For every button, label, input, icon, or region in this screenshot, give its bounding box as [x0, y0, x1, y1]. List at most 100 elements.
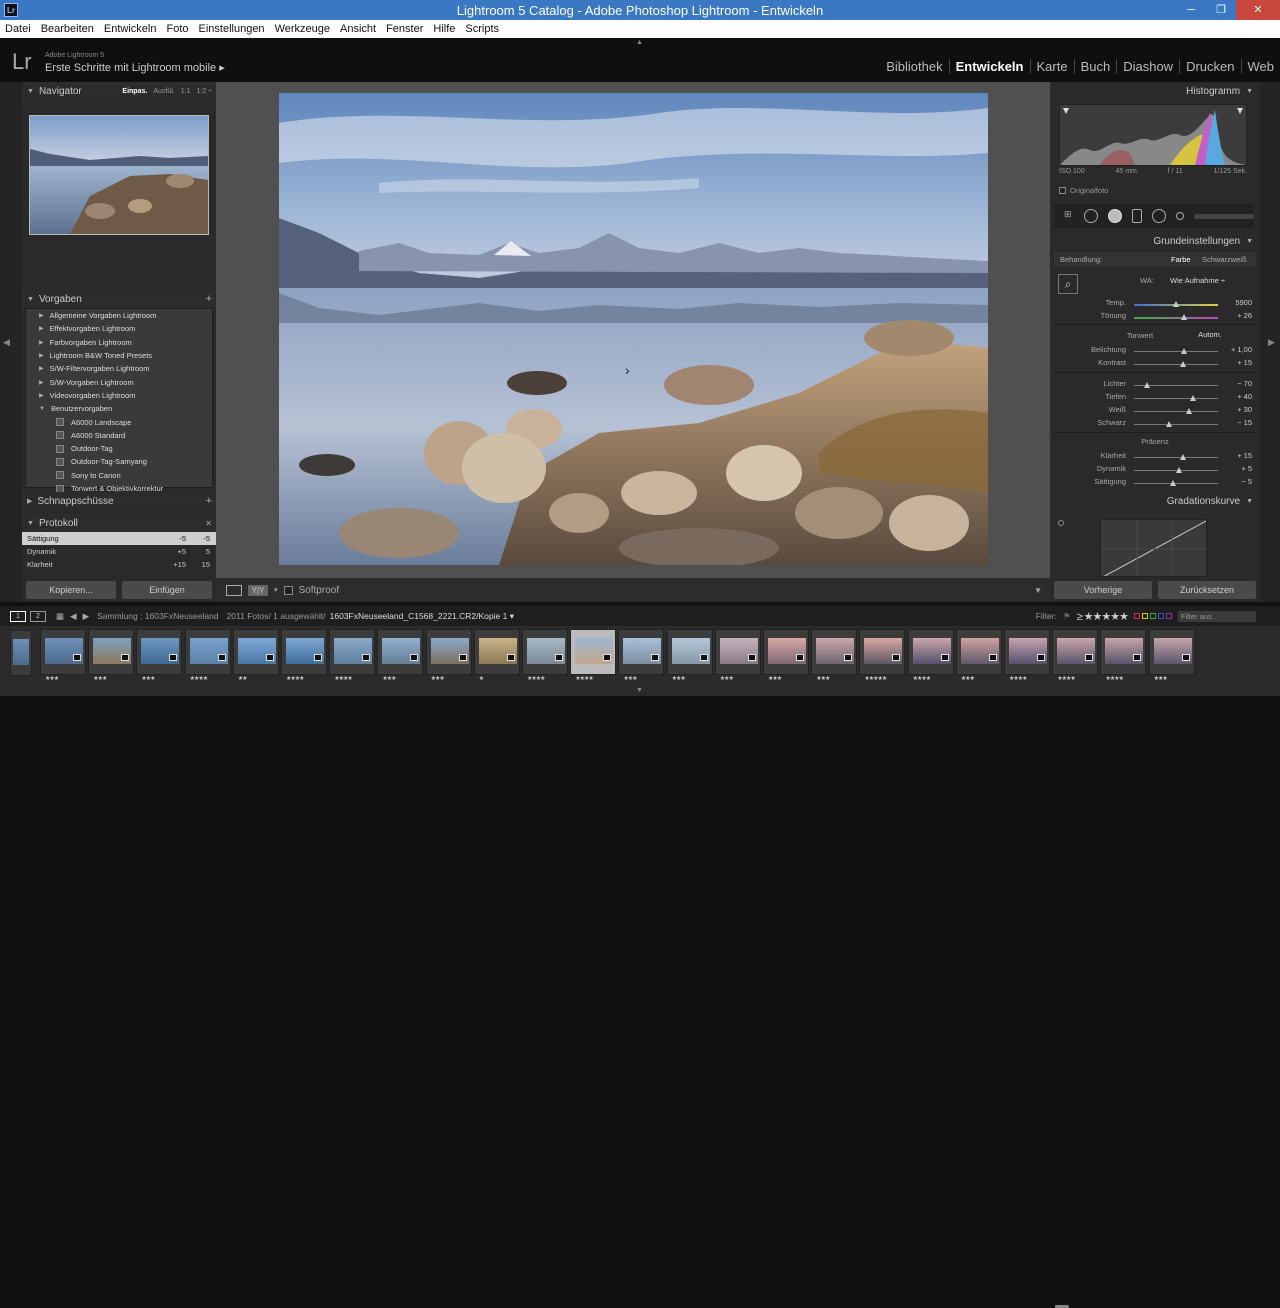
filmstrip-thumbnail[interactable]: ★★	[233, 629, 279, 675]
eyedropper-icon[interactable]: ⌕	[1058, 274, 1078, 294]
slider-track[interactable]	[1134, 483, 1218, 484]
slider-knob[interactable]	[1166, 421, 1172, 427]
zoom-option[interactable]: 1:2 ÷	[196, 88, 212, 95]
filmstrip-thumbnail[interactable]: ★★★★	[1052, 629, 1098, 675]
menu-datei[interactable]: Datei	[0, 23, 36, 35]
preset-item[interactable]: Outdoor-Tag	[26, 442, 212, 455]
menu-hilfe[interactable]: Hilfe	[428, 23, 460, 35]
slider-track[interactable]	[1134, 457, 1218, 458]
clear-history-icon[interactable]: ✕	[205, 519, 212, 528]
filmstrip-partial-thumb[interactable]	[10, 630, 32, 676]
filmstrip-thumbnail[interactable]: ★★★	[377, 629, 423, 675]
preset-folder[interactable]: ▶S/W-Vorgaben Lightroom	[26, 375, 212, 388]
brush-slider[interactable]	[1194, 214, 1254, 219]
filmstrip-thumbnail[interactable]: ★★★	[763, 629, 809, 675]
menu-foto[interactable]: Foto	[161, 23, 193, 35]
slider-value[interactable]: − 70	[1237, 379, 1252, 388]
preset-item[interactable]: A6000 Standard	[26, 429, 212, 442]
slider-knob[interactable]	[1190, 395, 1196, 401]
slider-knob[interactable]	[1180, 454, 1186, 460]
adjustment-brush-icon[interactable]	[1176, 212, 1184, 220]
slider-track[interactable]	[1134, 364, 1218, 365]
filmstrip-thumbnail[interactable]: ★★★	[136, 629, 182, 675]
slider-blacks[interactable]: Schwarz− 15	[1054, 418, 1256, 430]
preset-folder[interactable]: ▶Farbvorgaben Lightroom	[26, 336, 212, 349]
photo-preview[interactable]: ›	[279, 93, 988, 565]
right-panel-toggle[interactable]: ▶	[1260, 82, 1280, 602]
zoom-option[interactable]: Ausfül.	[153, 88, 174, 95]
slider-knob[interactable]	[1186, 408, 1192, 414]
slider-exposure[interactable]: Belichtung+ 1,00	[1054, 345, 1256, 357]
back-arrow-icon[interactable]: ◀	[70, 611, 77, 622]
slider-knob[interactable]	[1181, 314, 1187, 320]
slider-highlights[interactable]: Lichter− 70	[1054, 379, 1256, 391]
filename[interactable]: 1603FxNeuseeland_C1568_2221.CR2/Kopie 1 …	[330, 611, 514, 622]
slider-clarity[interactable]: Klarheit+ 15	[1054, 451, 1256, 463]
grid-view-icon[interactable]: ▦	[56, 611, 64, 622]
preset-folder[interactable]: ▼Benutzervorgaben	[26, 402, 212, 415]
slider-value[interactable]: 5900	[1235, 298, 1252, 307]
close-button[interactable]: ✕	[1236, 0, 1280, 20]
menu-bearbeiten[interactable]: Bearbeiten	[36, 23, 99, 35]
slider-track[interactable]	[1134, 411, 1218, 412]
dropdown-arrow-icon[interactable]: ▾	[274, 586, 278, 594]
filmstrip-thumbnail[interactable]: ★★★★	[1004, 629, 1050, 675]
copy-button[interactable]: Kopieren...	[26, 581, 116, 599]
flag-icon[interactable]: ⚑	[1063, 611, 1071, 622]
filmstrip-thumbnail[interactable]: ★★★★	[329, 629, 375, 675]
slider-tint[interactable]: Tönung+ 26	[1054, 311, 1256, 323]
histogram[interactable]	[1059, 104, 1247, 166]
blue-label-icon[interactable]	[1158, 613, 1164, 619]
identity-status[interactable]: Erste Schritte mit Lightroom mobile ▸	[45, 61, 225, 74]
left-panel-toggle[interactable]: ◀	[0, 82, 22, 602]
basic-header[interactable]: Grundeinstellungen▼	[1050, 232, 1260, 250]
preset-item[interactable]: Sony to Canon	[26, 469, 212, 482]
reset-button[interactable]: Zurücksetzen	[1158, 581, 1256, 599]
auto-tone-button[interactable]: Autom.	[1190, 330, 1230, 339]
slider-knob[interactable]	[1176, 467, 1182, 473]
filter-preset-dropdown[interactable]: Filter aus	[1178, 611, 1256, 622]
zoom-option[interactable]: 1:1	[181, 88, 191, 95]
navigator-preview[interactable]	[29, 115, 209, 235]
treatment-bw-option[interactable]: Schwarzweiß	[1202, 255, 1247, 264]
filmstrip-thumbnail[interactable]: ★★★	[88, 629, 134, 675]
crop-grid-icon[interactable]: ⊞	[1064, 209, 1074, 223]
menu-entwickeln[interactable]: Entwickeln	[99, 23, 162, 35]
filmstrip-thumbnail[interactable]: ★★★	[426, 629, 472, 675]
menu-fenster[interactable]: Fenster	[381, 23, 428, 35]
purple-label-icon[interactable]	[1166, 613, 1172, 619]
filmstrip-thumbnail[interactable]: ★★★	[956, 629, 1002, 675]
filmstrip-thumbnail[interactable]: ★★★★	[570, 629, 616, 675]
filmstrip-thumbnail[interactable]: ★★★	[667, 629, 713, 675]
preset-item[interactable]: A6000 Landscape	[26, 415, 212, 428]
preset-folder[interactable]: ▶S/W-Filtervorgaben Lightroom	[26, 362, 212, 375]
presets-header[interactable]: ▼ Vorgaben +	[22, 290, 216, 308]
tone-curve-graph[interactable]	[1100, 519, 1207, 577]
snapshots-header[interactable]: ▶ Schnappschüsse +	[22, 492, 216, 510]
filmstrip-thumbnail[interactable]: ★★★	[811, 629, 857, 675]
treatment-color-option[interactable]: Farbe	[1171, 255, 1191, 264]
add-snapshot-icon[interactable]: +	[206, 495, 212, 507]
slider-temp[interactable]: Temp.5900	[1054, 298, 1256, 310]
slider-contrast[interactable]: Kontrast+ 15	[1054, 358, 1256, 370]
filmstrip-thumbnail[interactable]: ★★★★★	[859, 629, 905, 675]
screen-1-button[interactable]: 1	[10, 611, 26, 622]
slider-vibrance[interactable]: Dynamik+ 5	[1054, 464, 1256, 476]
module-karte[interactable]: Karte	[1030, 59, 1074, 74]
slider-value[interactable]: + 1,00	[1231, 345, 1252, 354]
slider-value[interactable]: + 15	[1237, 358, 1252, 367]
filmstrip-thumbnail[interactable]: ★★★	[715, 629, 761, 675]
filmstrip-thumbnail[interactable]: ★★★★	[1100, 629, 1146, 675]
filmstrip-thumbnail[interactable]: ★★★★	[185, 629, 231, 675]
filmstrip-thumbnail[interactable]: ★★★★	[522, 629, 568, 675]
red-eye-icon[interactable]	[1108, 209, 1122, 223]
module-bibliothek[interactable]: Bibliothek	[880, 59, 948, 74]
slider-track[interactable]	[1134, 317, 1218, 319]
histogram-header[interactable]: Histogramm▼	[1050, 82, 1260, 100]
screen-2-button[interactable]: 2	[30, 611, 46, 622]
filmstrip-thumbnail[interactable]: ★★★	[40, 629, 86, 675]
zoom-option[interactable]: Einpas.	[122, 88, 147, 95]
slider-knob[interactable]	[1170, 480, 1176, 486]
history-step[interactable]: Sättigung-5-5	[22, 532, 216, 545]
target-adjust-icon[interactable]	[1058, 520, 1064, 526]
